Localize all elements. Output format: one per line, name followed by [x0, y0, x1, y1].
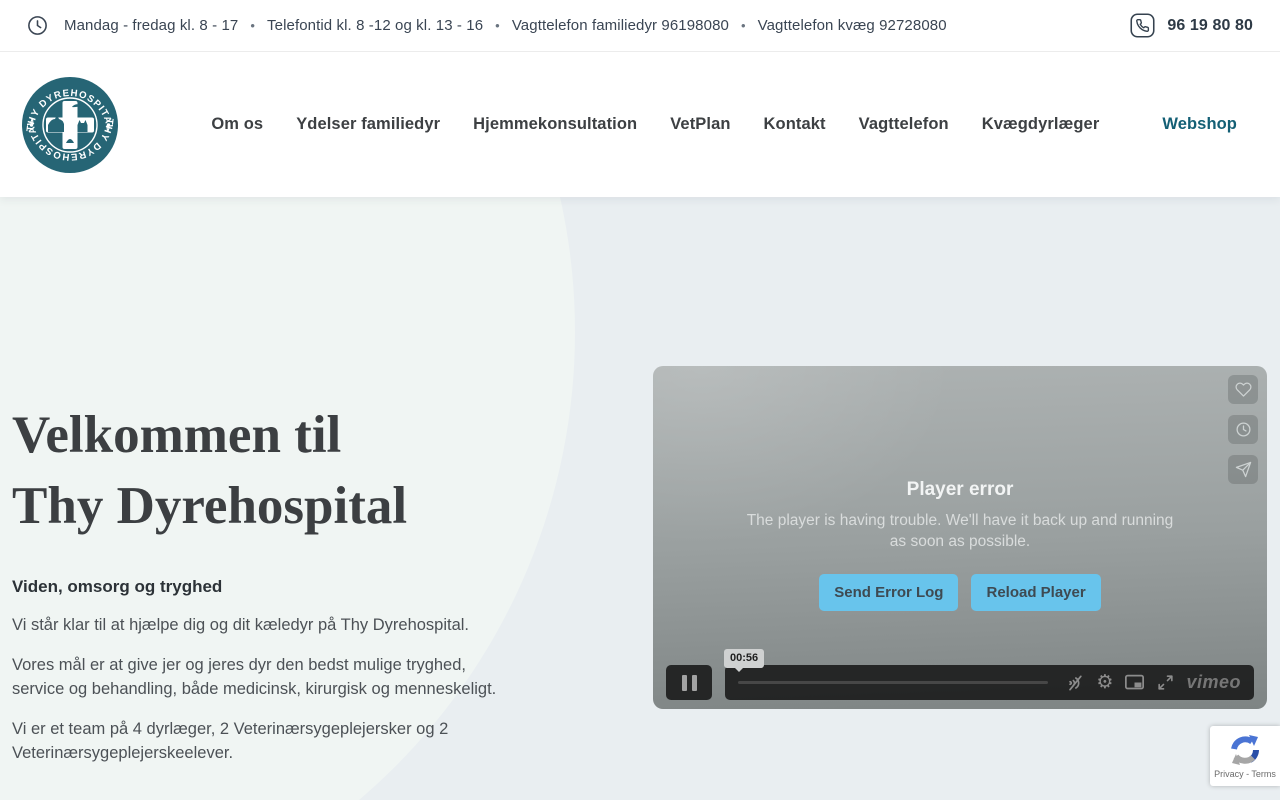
reload-player-button[interactable]: Reload Player — [971, 574, 1101, 611]
pause-button[interactable] — [666, 665, 712, 700]
hero-paragraph-1: Vi står klar til at hjælpe dig og dit kæ… — [12, 616, 470, 634]
nav-item-ydelser-familiedyr[interactable]: Ydelser familiedyr — [296, 115, 440, 134]
vimeo-video-player: Player error The player is having troubl… — [653, 366, 1267, 709]
paper-plane-icon — [1235, 461, 1251, 478]
separator-dot: • — [740, 18, 746, 33]
recaptcha-icon — [1231, 734, 1259, 765]
phone-hours: Telefontid kl. 8 -12 og kl. 13 - 16 — [267, 17, 484, 34]
time-tooltip: 00:56 — [724, 649, 765, 672]
volume-muted-icon — [1069, 675, 1083, 690]
separator-dot: • — [495, 18, 500, 33]
settings-button[interactable]: ⚙ — [1096, 673, 1113, 692]
fullscreen-icon — [1158, 675, 1174, 690]
hero-subtitle: Viden, omsorg og tryghed — [12, 577, 223, 596]
phone-contact[interactable]: 96 19 80 80 — [1130, 13, 1253, 38]
nav-item-webshop[interactable]: Webshop — [1162, 115, 1237, 134]
site-header: THY DYREHOSPITAL THY DYREHOSPITAL Om os … — [0, 52, 1280, 197]
video-action-buttons — [1228, 375, 1258, 484]
site-logo[interactable]: THY DYREHOSPITAL THY DYREHOSPITAL — [22, 76, 118, 173]
hero-section: Velkommen til Thy Dyrehospital Viden, om… — [0, 197, 1280, 800]
nav-item-vagttelefon[interactable]: Vagttelefon — [859, 115, 949, 134]
video-controls: 00:56 ⚙ vimeo — [666, 649, 1254, 700]
heart-icon — [1234, 382, 1252, 397]
clock-icon — [1235, 422, 1251, 437]
player-error-panel: Player error The player is having troubl… — [653, 479, 1267, 611]
hero-paragraph-2: Vores mål er at give jer og jeres dyr de… — [12, 656, 497, 698]
separator-dot: • — [250, 18, 256, 33]
recaptcha-badge[interactable]: Privacy - Terms — [1210, 726, 1280, 786]
clock-icon — [28, 16, 47, 35]
hero-paragraph-3: Vi er et team på 4 dyrlæger, 2 Veterinær… — [12, 720, 449, 762]
nav-item-kvaegdyrlaeger[interactable]: Kvægdyrlæger — [982, 115, 1100, 134]
nav-item-om-os[interactable]: Om os — [211, 115, 263, 134]
send-error-log-button[interactable]: Send Error Log — [819, 574, 959, 611]
pause-icon — [681, 674, 687, 691]
gear-icon: ⚙ — [1096, 671, 1114, 693]
topbar: Mandag - fredag kl. 8 - 17 • Telefontid … — [0, 0, 1280, 52]
fullscreen-button[interactable] — [1156, 673, 1175, 692]
main-phone-number[interactable]: 96 19 80 80 — [1167, 17, 1253, 35]
vimeo-logo[interactable]: vimeo — [1186, 672, 1241, 693]
hero-content: Velkommen til Thy Dyrehospital Viden, om… — [12, 400, 552, 765]
nav-item-kontakt[interactable]: Kontakt — [764, 115, 826, 134]
picture-in-picture-icon — [1125, 674, 1145, 690]
video-control-bar: 00:56 ⚙ vimeo — [724, 649, 1254, 700]
page-title: Velkommen til Thy Dyrehospital — [12, 400, 552, 542]
player-error-title: Player error — [906, 479, 1014, 500]
volume-muted-button[interactable] — [1065, 673, 1085, 693]
page-title-line1: Velkommen til — [12, 406, 342, 464]
player-error-message: The player is having trouble. We'll have… — [746, 512, 1174, 550]
nav-item-vetplan[interactable]: VetPlan — [670, 115, 730, 134]
picture-in-picture-button[interactable] — [1124, 673, 1145, 692]
player-error-buttons: Send Error Log Reload Player — [819, 574, 1101, 611]
opening-hours: Mandag - fredag kl. 8 - 17 — [64, 17, 239, 34]
oncall-cattle: Vagttelefon kvæg 92728080 — [757, 17, 947, 34]
nav-item-hjemmekonsultation[interactable]: Hjemmekonsultation — [473, 115, 637, 134]
share-button[interactable] — [1228, 455, 1258, 484]
recaptcha-privacy-terms[interactable]: Privacy - Terms — [1214, 769, 1276, 779]
topbar-info: Mandag - fredag kl. 8 - 17 • Telefontid … — [27, 15, 947, 36]
like-button[interactable] — [1228, 375, 1258, 404]
phone-icon — [1130, 13, 1155, 38]
main-navigation: Om os Ydelser familiedyr Hjemmekonsultat… — [211, 115, 1237, 134]
page-title-line2: Thy Dyrehospital — [12, 477, 408, 535]
video-progress-bar[interactable] — [738, 681, 1049, 684]
watch-later-button[interactable] — [1228, 415, 1258, 444]
oncall-pets: Vagttelefon familiedyr 96198080 — [511, 17, 729, 34]
